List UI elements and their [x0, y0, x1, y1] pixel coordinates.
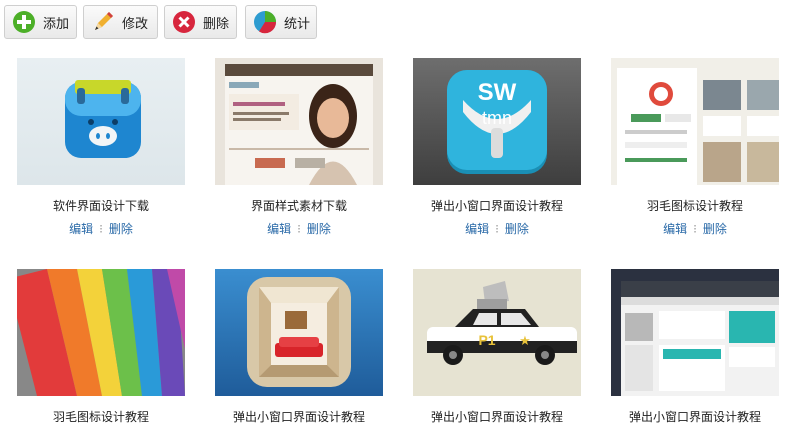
stats-button[interactable]: 统计 [245, 5, 317, 39]
gallery-card: 羽毛图标设计教程 [17, 269, 185, 425]
pig-app-icon-thumbnail[interactable] [17, 58, 185, 185]
card-edit-link[interactable]: 编辑 [267, 222, 291, 236]
pie-chart-icon [254, 11, 277, 34]
svg-text:★: ★ [519, 334, 531, 349]
add-button-label: 添加 [43, 16, 70, 32]
rainbow-umbrellas-thumbnail[interactable] [17, 269, 185, 396]
edit-button-label: 修改 [122, 16, 149, 32]
gallery-card: P1 ★ 弹出小窗口界面设计教程 [413, 269, 581, 425]
card-edit-link[interactable]: 编辑 [663, 222, 687, 236]
svg-text:SW: SW [478, 79, 517, 106]
card-edit-link[interactable]: 编辑 [69, 222, 93, 236]
stats-button-label: 统计 [284, 16, 311, 32]
card-delete-link[interactable]: 删除 [307, 222, 331, 236]
svg-text:tmn: tmn [482, 108, 512, 128]
gallery-card: 弹出小窗口界面设计教程 [611, 269, 779, 425]
card-title: 弹出小窗口界面设计教程 [430, 410, 563, 424]
police-car-thumbnail[interactable]: P1 ★ [413, 269, 581, 396]
delete-button-label: 删除 [203, 16, 230, 32]
card-title: 弹出小窗口界面设计教程 [232, 410, 365, 424]
card-edit-link[interactable]: 编辑 [465, 222, 489, 236]
svg-text:P1: P1 [478, 332, 495, 348]
pencil-icon [95, 12, 113, 30]
gallery-card: 软件界面设计下载 编辑 ⁝ 删除 [17, 58, 185, 237]
card-title: 羽毛图标设计教程 [646, 199, 743, 213]
card-title: 羽毛图标设计教程 [52, 410, 149, 424]
card-title: 软件界面设计下载 [52, 199, 149, 213]
card-title: 界面样式素材下载 [250, 199, 347, 213]
plus-circle-icon [13, 11, 35, 33]
card-delete-link[interactable]: 删除 [109, 222, 133, 236]
gallery-card: 弹出小窗口界面设计教程 [215, 269, 383, 425]
edit-button[interactable]: 修改 [83, 5, 158, 39]
close-circle-icon [173, 11, 195, 33]
gallery-card: SW tmn 弹出小窗口界面设计教程 编辑 ⁝ 删除 [413, 58, 581, 237]
card-title: 弹出小窗口界面设计教程 [628, 410, 761, 424]
gallery-card: 羽毛图标设计教程 编辑 ⁝ 删除 [611, 58, 779, 237]
card-delete-link[interactable]: 删除 [703, 222, 727, 236]
card-delete-link[interactable]: 删除 [505, 222, 529, 236]
dashboard-ui-thumbnail[interactable] [611, 269, 779, 396]
card-title: 弹出小窗口界面设计教程 [430, 199, 563, 213]
real-estate-ui-thumbnail[interactable] [611, 58, 779, 185]
delete-button[interactable]: 删除 [164, 5, 237, 39]
website-woman-thumbnail[interactable] [215, 58, 383, 185]
gallery-card: 界面样式素材下载 编辑 ⁝ 删除 [215, 58, 383, 237]
swtmn-app-icon-thumbnail[interactable]: SW tmn [413, 58, 581, 185]
add-button[interactable]: 添加 [4, 5, 77, 39]
room-app-icon-thumbnail[interactable] [215, 269, 383, 396]
